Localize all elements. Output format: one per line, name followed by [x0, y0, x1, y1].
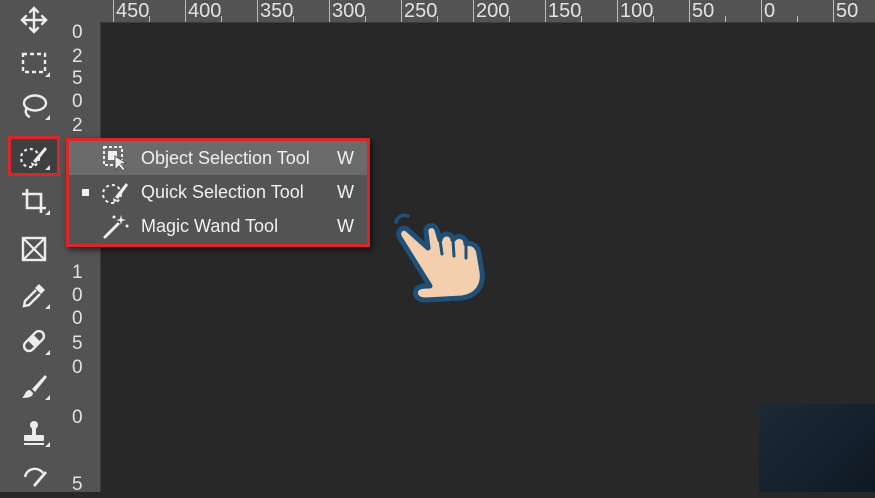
ruler-tick-label: 0	[72, 22, 83, 43]
magic-wand-icon	[103, 215, 129, 239]
vertical-ruler[interactable]: 0 2 5 0 2 1 0 0 5 0 0 5	[68, 22, 101, 492]
ruler-tick-label: 5	[72, 474, 83, 492]
menu-item-magic-wand[interactable]: Magic Wand Tool W	[69, 209, 367, 243]
frame-tool[interactable]	[8, 229, 60, 269]
healing-brush-tool[interactable]	[8, 321, 60, 361]
submenu-indicator	[45, 115, 50, 120]
move-tool[interactable]	[8, 0, 60, 40]
move-icon	[20, 6, 48, 34]
ruler-tick-label: 0	[72, 407, 83, 428]
document-image-preview	[759, 404, 875, 492]
lasso-tool[interactable]	[8, 86, 60, 126]
ruler-tick-label: 300	[332, 0, 366, 22]
object-selection-icon	[103, 146, 128, 172]
menu-item-shortcut: W	[337, 147, 354, 168]
history-brush-icon	[23, 467, 47, 487]
menu-item-label: Quick Selection Tool	[141, 181, 304, 202]
history-brush-tool[interactable]	[8, 458, 60, 498]
rectangular-marquee-tool[interactable]	[8, 43, 60, 83]
quick-selection-icon	[102, 183, 128, 204]
frame-icon	[21, 236, 47, 262]
submenu-indicator	[45, 72, 50, 77]
submenu-indicator	[45, 395, 50, 400]
ruler-tick-label: 0	[764, 0, 776, 22]
ruler-tick-label: 2	[72, 115, 83, 136]
ruler-tick-label: 5	[72, 68, 83, 89]
ruler-tick-label: 0	[72, 357, 83, 378]
submenu-indicator	[45, 210, 50, 215]
ruler-tick-label: 400	[188, 0, 222, 22]
pointing-hand-icon	[394, 213, 485, 303]
menu-item-object-selection[interactable]: Object Selection Tool W	[69, 141, 367, 175]
horizontal-ruler[interactable]: 450 400 350 300 250 200 150 100 50 0 50	[68, 0, 875, 23]
ruler-tick-label: 0	[72, 91, 83, 112]
submenu-indicator	[45, 165, 50, 170]
brush-tool[interactable]	[8, 366, 60, 406]
ruler-tick-label: 50	[692, 0, 715, 22]
submenu-indicator	[45, 350, 50, 355]
menu-item-label: Object Selection Tool	[141, 147, 310, 168]
crop-tool[interactable]	[8, 181, 60, 221]
ruler-tick-label: 350	[260, 0, 294, 22]
ruler-tick-label: 100	[620, 0, 654, 22]
ruler-tick-label: 1	[72, 262, 83, 283]
menu-item-shortcut: W	[337, 181, 354, 202]
menu-item-shortcut: W	[337, 215, 354, 236]
ruler-tick-label: 0	[72, 285, 83, 306]
ruler-tick-label: 50	[836, 0, 859, 22]
ruler-tick-label: 200	[476, 0, 510, 22]
quick-selection-tool[interactable]	[8, 136, 60, 176]
ruler-tick-label: 2	[72, 46, 83, 67]
selected-bullet	[69, 188, 101, 196]
menu-item-quick-selection[interactable]: Quick Selection Tool W	[69, 175, 367, 209]
tools-panel	[0, 0, 69, 492]
ruler-tick-label: 150	[548, 0, 582, 22]
ruler-tick-label: 450	[116, 0, 150, 22]
selection-tools-flyout: Object Selection Tool W Quick Selection …	[66, 138, 370, 247]
eyedropper-tool[interactable]	[8, 275, 60, 315]
ruler-tick-label: 0	[72, 308, 83, 329]
ruler-tick-label: 250	[404, 0, 438, 22]
submenu-indicator	[45, 304, 50, 309]
clone-stamp-tool[interactable]	[8, 413, 60, 453]
ruler-tick-label: 5	[72, 333, 83, 354]
submenu-indicator	[45, 442, 50, 447]
menu-item-label: Magic Wand Tool	[141, 215, 279, 236]
